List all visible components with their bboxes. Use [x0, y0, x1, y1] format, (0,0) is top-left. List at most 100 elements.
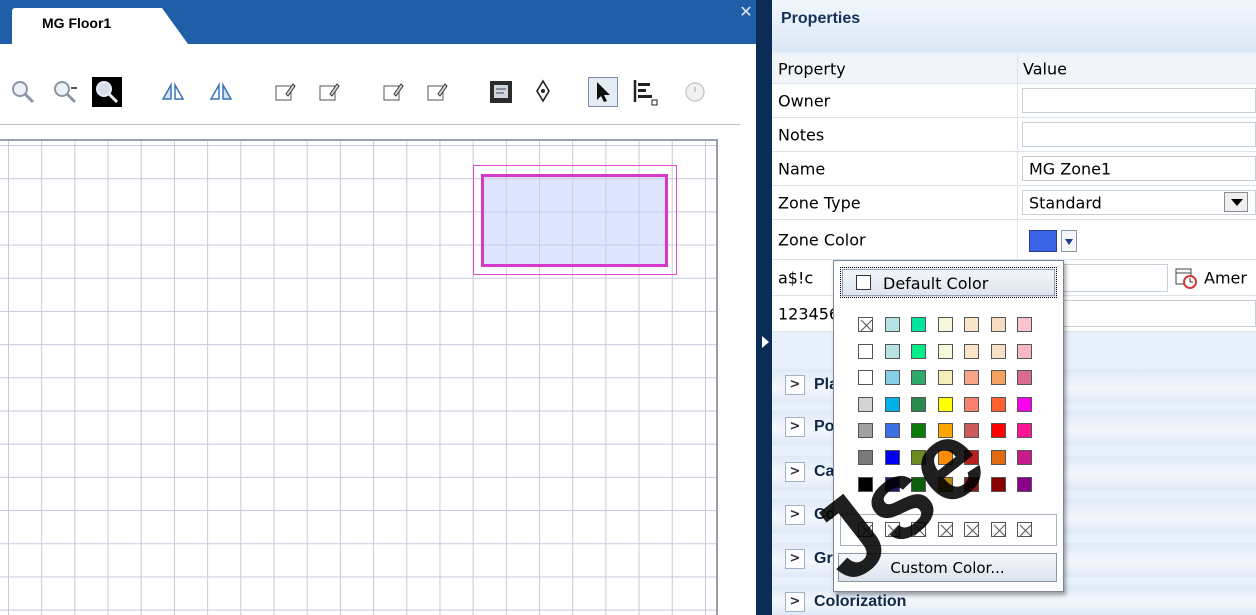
- clock-icon[interactable]: [680, 77, 710, 107]
- property-label: Zone Type: [778, 193, 861, 212]
- color-swatch[interactable]: [937, 396, 953, 412]
- color-swatch[interactable]: [911, 423, 926, 439]
- splitter-arrow-icon[interactable]: [762, 336, 769, 348]
- color-swatch[interactable]: [858, 343, 873, 359]
- color-swatch[interactable]: [990, 370, 1006, 386]
- edit-note-4-icon[interactable]: [422, 77, 452, 107]
- text-frame-icon[interactable]: [486, 77, 516, 107]
- flip-vertical-icon[interactable]: [206, 77, 236, 107]
- color-swatch[interactable]: [937, 370, 953, 386]
- color-swatch[interactable]: [1017, 476, 1032, 492]
- calendar-clock-icon[interactable]: [1174, 266, 1198, 290]
- pen-icon[interactable]: [528, 77, 558, 107]
- color-swatch[interactable]: [990, 317, 1006, 332]
- chevron-right-icon[interactable]: >: [785, 462, 805, 482]
- tab-mg-floor1[interactable]: MG Floor1: [12, 8, 188, 44]
- color-swatch[interactable]: [964, 396, 979, 412]
- recent-color-slot[interactable]: [884, 522, 900, 537]
- recent-color-slot[interactable]: [964, 522, 979, 537]
- color-swatch[interactable]: [964, 423, 979, 439]
- recent-color-slot[interactable]: [911, 522, 926, 537]
- color-swatch[interactable]: [884, 343, 900, 359]
- chevron-down-icon[interactable]: [1224, 192, 1248, 212]
- color-swatch[interactable]: [858, 423, 873, 439]
- recent-color-slot[interactable]: [990, 522, 1006, 537]
- color-swatch[interactable]: [911, 370, 926, 386]
- color-swatch[interactable]: [990, 423, 1006, 439]
- color-swatch[interactable]: [911, 317, 926, 332]
- color-swatch[interactable]: [911, 450, 926, 465]
- zone-color-dropdown[interactable]: [1061, 230, 1077, 252]
- no-color-swatch[interactable]: [858, 317, 873, 332]
- color-swatch[interactable]: [911, 396, 926, 412]
- custom-color-button[interactable]: Custom Color...: [838, 553, 1057, 582]
- edit-note-icon[interactable]: [270, 77, 300, 107]
- chevron-right-icon[interactable]: >: [785, 549, 805, 569]
- default-color-button[interactable]: Default Color: [840, 267, 1057, 298]
- zoom-out-icon[interactable]: [8, 77, 38, 107]
- chevron-right-icon[interactable]: >: [785, 505, 805, 525]
- color-swatch[interactable]: [937, 343, 953, 359]
- color-swatch[interactable]: [964, 476, 979, 492]
- chevron-right-icon[interactable]: >: [785, 417, 805, 437]
- zoom-actual-icon[interactable]: [92, 77, 122, 107]
- color-swatch[interactable]: [1017, 396, 1032, 412]
- color-swatch[interactable]: [964, 370, 979, 386]
- color-swatch[interactable]: [964, 343, 979, 359]
- color-swatch[interactable]: [858, 450, 873, 465]
- select-arrow-icon[interactable]: [588, 77, 618, 107]
- owner-field[interactable]: [1022, 88, 1256, 113]
- color-swatch[interactable]: [884, 423, 900, 439]
- color-swatch[interactable]: [937, 317, 953, 332]
- flip-horizontal-icon[interactable]: [158, 77, 188, 107]
- panel-splitter[interactable]: [756, 0, 772, 615]
- color-swatch[interactable]: [990, 476, 1006, 492]
- color-swatch[interactable]: [1017, 450, 1032, 465]
- zoom-out-dropdown-icon[interactable]: [50, 77, 80, 107]
- color-swatch[interactable]: [884, 317, 900, 332]
- color-swatch[interactable]: [1017, 317, 1032, 332]
- color-swatch[interactable]: [990, 396, 1006, 412]
- name-value: MG Zone1: [1029, 159, 1112, 178]
- color-swatch[interactable]: [990, 343, 1006, 359]
- recent-color-slot[interactable]: [858, 522, 873, 537]
- color-swatch[interactable]: [937, 476, 953, 492]
- color-swatch[interactable]: [911, 476, 926, 492]
- color-swatch[interactable]: [937, 423, 953, 439]
- color-swatch[interactable]: [884, 450, 900, 465]
- color-swatch[interactable]: [858, 476, 873, 492]
- recent-color-slot[interactable]: [937, 522, 953, 537]
- zone-color-swatch[interactable]: [1029, 230, 1057, 252]
- color-swatch[interactable]: [964, 450, 979, 465]
- vertical-scrollbar[interactable]: [740, 44, 756, 615]
- chevron-down-icon: [1065, 239, 1073, 245]
- color-swatch[interactable]: [1017, 423, 1032, 439]
- zone-shape[interactable]: [481, 174, 668, 267]
- chevron-right-icon[interactable]: >: [785, 592, 805, 612]
- color-swatch[interactable]: [884, 396, 900, 412]
- property-row-zone-type: Zone Type Standard: [772, 186, 1256, 220]
- edit-note-3-icon[interactable]: [378, 77, 408, 107]
- close-icon[interactable]: ✕: [737, 2, 755, 22]
- color-swatch[interactable]: [858, 370, 873, 386]
- property-row-name: Name MG Zone1: [772, 152, 1256, 186]
- color-swatch[interactable]: [1017, 370, 1032, 386]
- color-swatch[interactable]: [884, 476, 900, 492]
- color-swatch[interactable]: [884, 370, 900, 386]
- tab-label: MG Floor1: [42, 15, 112, 31]
- align-icon[interactable]: [630, 77, 660, 107]
- color-swatch[interactable]: [937, 450, 953, 465]
- edit-note-2-icon[interactable]: [314, 77, 344, 107]
- notes-field[interactable]: [1022, 122, 1256, 147]
- property-row-owner: Owner: [772, 84, 1256, 118]
- color-swatch[interactable]: [911, 343, 926, 359]
- property-label: a$!c: [778, 268, 814, 287]
- recent-color-slot[interactable]: [1017, 522, 1032, 537]
- color-swatch[interactable]: [1017, 343, 1032, 359]
- property-label: Notes: [778, 125, 825, 144]
- color-swatch[interactable]: [858, 396, 873, 412]
- color-swatch[interactable]: [990, 450, 1006, 465]
- chevron-right-icon[interactable]: >: [785, 375, 805, 395]
- properties-title: Properties: [781, 10, 861, 27]
- color-swatch[interactable]: [964, 317, 979, 332]
